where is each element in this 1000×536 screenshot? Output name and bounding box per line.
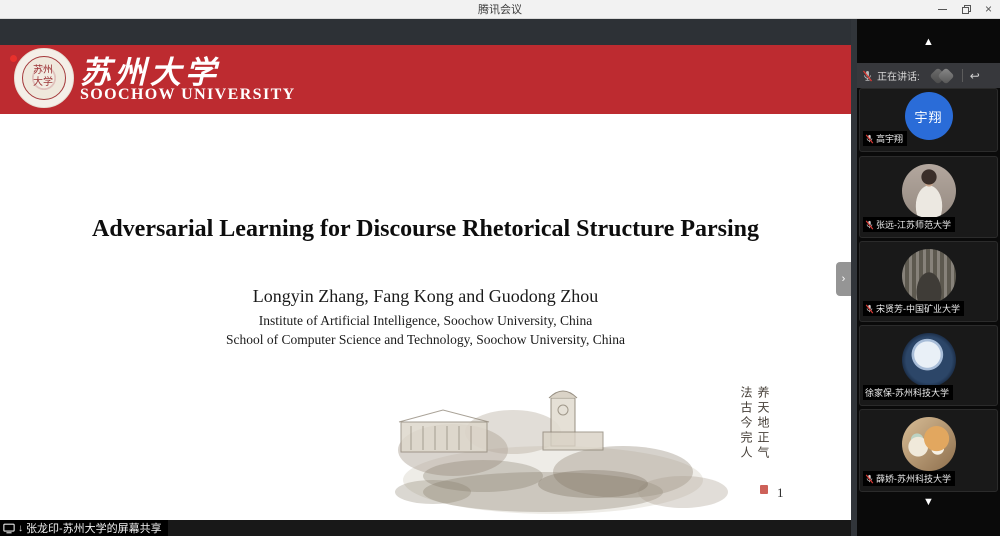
slide-page-number: 1 bbox=[777, 485, 784, 501]
participant-name: 高宇翔 bbox=[876, 132, 903, 145]
scroll-up-button[interactable]: ▲ bbox=[857, 36, 1000, 48]
mic-muted-icon bbox=[865, 134, 874, 144]
participant-tile[interactable]: 宋贤芳-中国矿业大学 bbox=[859, 241, 998, 322]
divider bbox=[962, 69, 963, 82]
motto-column-1: 养天地正气 bbox=[754, 386, 771, 482]
motto-column-2: 法古今完人 bbox=[737, 386, 754, 482]
scroll-down-icon: ▼ bbox=[923, 496, 934, 508]
share-down-arrow-icon: ↓ bbox=[18, 523, 23, 534]
avatar bbox=[902, 249, 956, 303]
participant-name: 徐家保-苏州科技大学 bbox=[865, 386, 949, 399]
participant-tile[interactable]: 张远-江苏师范大学 bbox=[859, 156, 998, 238]
participant-name: 宋贤芳-中国矿业大学 bbox=[876, 302, 960, 315]
participant-tile[interactable]: 宇翔 高宇翔 bbox=[859, 88, 998, 152]
speaking-now-bar[interactable]: 正在讲话: ↩ bbox=[857, 63, 1000, 88]
painter-red-seal bbox=[760, 485, 768, 494]
avatar: 宇翔 bbox=[905, 92, 953, 140]
speaking-avatars bbox=[932, 70, 952, 82]
collapse-panel-icon[interactable]: ↩ bbox=[970, 70, 980, 82]
avatar bbox=[902, 333, 956, 387]
close-icon[interactable]: × bbox=[985, 0, 992, 18]
university-banner: 苏州大学 苏州大学 SOOCHOW UNIVERSITY bbox=[0, 45, 851, 114]
presentation-top-strip bbox=[0, 19, 851, 45]
window-title: 腾讯会议 bbox=[478, 1, 522, 17]
slide-authors: Longyin Zhang, Fang Kong and Guodong Zho… bbox=[0, 286, 851, 307]
tencent-meeting-window: 腾讯会议 × 苏州大学 苏州大学 SOOCHOW UNIVERSITY Adve… bbox=[0, 0, 1000, 536]
university-seal-text: 苏州大学 bbox=[32, 65, 54, 89]
chevron-right-icon: › bbox=[842, 273, 846, 285]
slide-title: Adversarial Learning for Discourse Rheto… bbox=[0, 216, 851, 243]
scroll-down-button[interactable]: ▼ bbox=[857, 496, 1000, 508]
university-name-english: SOOCHOW UNIVERSITY bbox=[80, 86, 296, 104]
presentation-slide: Adversarial Learning for Discourse Rheto… bbox=[0, 114, 851, 520]
window-titlebar[interactable]: 腾讯会议 × bbox=[0, 0, 1000, 19]
mic-muted-icon bbox=[865, 220, 874, 230]
participant-name-tag: 徐家保-苏州科技大学 bbox=[863, 385, 953, 400]
monitor-icon bbox=[3, 523, 15, 534]
mic-muted-icon bbox=[865, 304, 874, 314]
mic-muted-icon bbox=[862, 70, 873, 82]
record-dot-icon bbox=[10, 55, 17, 62]
participant-tile[interactable]: 薛娇-苏州科技大学 bbox=[859, 409, 998, 492]
screen-share-label: 张龙印-苏州大学的屏幕共享 bbox=[26, 520, 162, 536]
avatar bbox=[902, 417, 956, 471]
slide-affiliation-2: School of Computer Science and Technolog… bbox=[0, 332, 851, 348]
minimize-icon[interactable] bbox=[938, 9, 947, 10]
mic-muted-icon bbox=[865, 474, 874, 484]
participant-name-tag: 薛娇-苏州科技大学 bbox=[863, 471, 955, 486]
shared-screen-view: 苏州大学 苏州大学 SOOCHOW UNIVERSITY Adversarial… bbox=[0, 19, 851, 520]
participant-name-tag: 宋贤芳-中国矿业大学 bbox=[863, 301, 964, 316]
screen-share-statusbar: ↓ 张龙印-苏州大学的屏幕共享 bbox=[0, 520, 851, 536]
university-motto-calligraphy: 养天地正气 法古今完人 bbox=[737, 386, 771, 482]
screen-share-chip[interactable]: ↓ 张龙印-苏州大学的屏幕共享 bbox=[0, 520, 168, 536]
participants-sidebar: ▲ 正在讲话: ↩ 宇翔 bbox=[851, 19, 1000, 536]
participant-name-tag: 张远-江苏师范大学 bbox=[863, 217, 955, 232]
participant-name: 薛娇-苏州科技大学 bbox=[876, 472, 951, 485]
participant-tile[interactable]: 徐家保-苏州科技大学 bbox=[859, 325, 998, 406]
university-seal: 苏州大学 bbox=[14, 48, 74, 108]
restore-icon[interactable] bbox=[962, 5, 970, 13]
sidebar-collapse-handle[interactable]: › bbox=[836, 262, 851, 296]
window-controls: × bbox=[938, 0, 992, 18]
scroll-up-icon: ▲ bbox=[923, 36, 934, 48]
campus-ink-painting bbox=[393, 380, 793, 516]
slide-affiliation-1: Institute of Artificial Intelligence, So… bbox=[0, 313, 851, 329]
participant-name-tag: 高宇翔 bbox=[863, 131, 907, 146]
avatar bbox=[902, 164, 956, 218]
participant-name: 张远-江苏师范大学 bbox=[876, 218, 951, 231]
speaking-now-label: 正在讲话: bbox=[877, 68, 920, 83]
